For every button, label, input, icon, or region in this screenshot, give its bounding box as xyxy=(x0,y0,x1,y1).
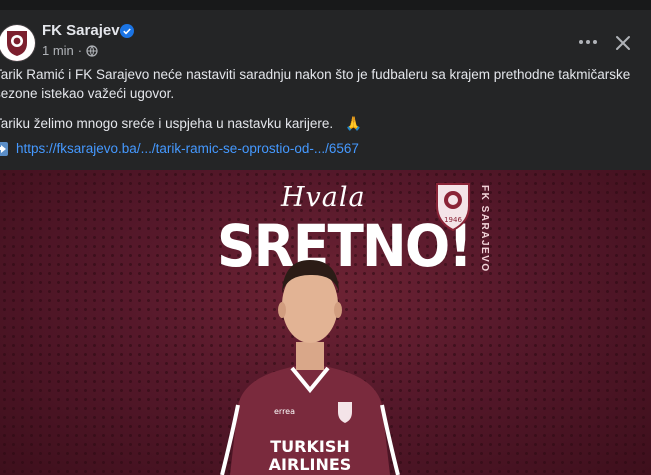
club-crest-logo: 1946 xyxy=(436,183,470,232)
hvala-text: Hvala xyxy=(281,182,366,213)
top-strip xyxy=(0,0,651,10)
close-icon xyxy=(616,36,630,50)
club-vertical-label: FK SARAJEVO xyxy=(479,185,490,273)
post-header: FK Sarajevo 1 min · xyxy=(0,10,651,62)
page-avatar[interactable] xyxy=(0,24,36,62)
sponsor-line-1: TURKISH xyxy=(270,437,350,456)
post-image[interactable]: Hvala SRETNO! 1946 FK SARAJEVO errea TUR… xyxy=(0,170,651,475)
pray-emoji: 🙏 xyxy=(344,116,362,131)
article-link[interactable]: https://fksarajevo.ba/.../tarik-ramic-se… xyxy=(16,140,359,158)
player-figure: errea TURKISH AIRLINES xyxy=(220,260,400,475)
post-text-line-3: Tariku želimo mnogo sreće i uspjeha u na… xyxy=(0,115,362,133)
crest-year: 1946 xyxy=(444,216,462,224)
close-button[interactable] xyxy=(608,28,638,58)
more-options-button[interactable] xyxy=(572,30,604,54)
post-text-wish: Tariku želimo mnogo sreće i uspjeha u na… xyxy=(0,116,334,131)
arrow-right-icon xyxy=(0,142,8,156)
more-options-icon xyxy=(579,40,597,44)
globe-icon xyxy=(86,44,98,57)
meta-separator: · xyxy=(77,43,83,58)
post-meta: 1 min · xyxy=(42,43,98,58)
kit-brand-label: errea xyxy=(274,407,295,416)
verified-badge-icon xyxy=(120,24,134,38)
sponsor-line-2: AIRLINES xyxy=(269,455,352,474)
post-text-line-2: sezone istekao važeći ugovor. xyxy=(0,86,175,101)
post-link-row: https://fksarajevo.ba/.../tarik-ramic-se… xyxy=(0,140,359,158)
post-text-line-1: Tarik Ramić i FK Sarajevo neće nastaviti… xyxy=(0,67,631,82)
post-time[interactable]: 1 min xyxy=(42,43,74,58)
page-name[interactable]: FK Sarajevo xyxy=(42,22,129,39)
